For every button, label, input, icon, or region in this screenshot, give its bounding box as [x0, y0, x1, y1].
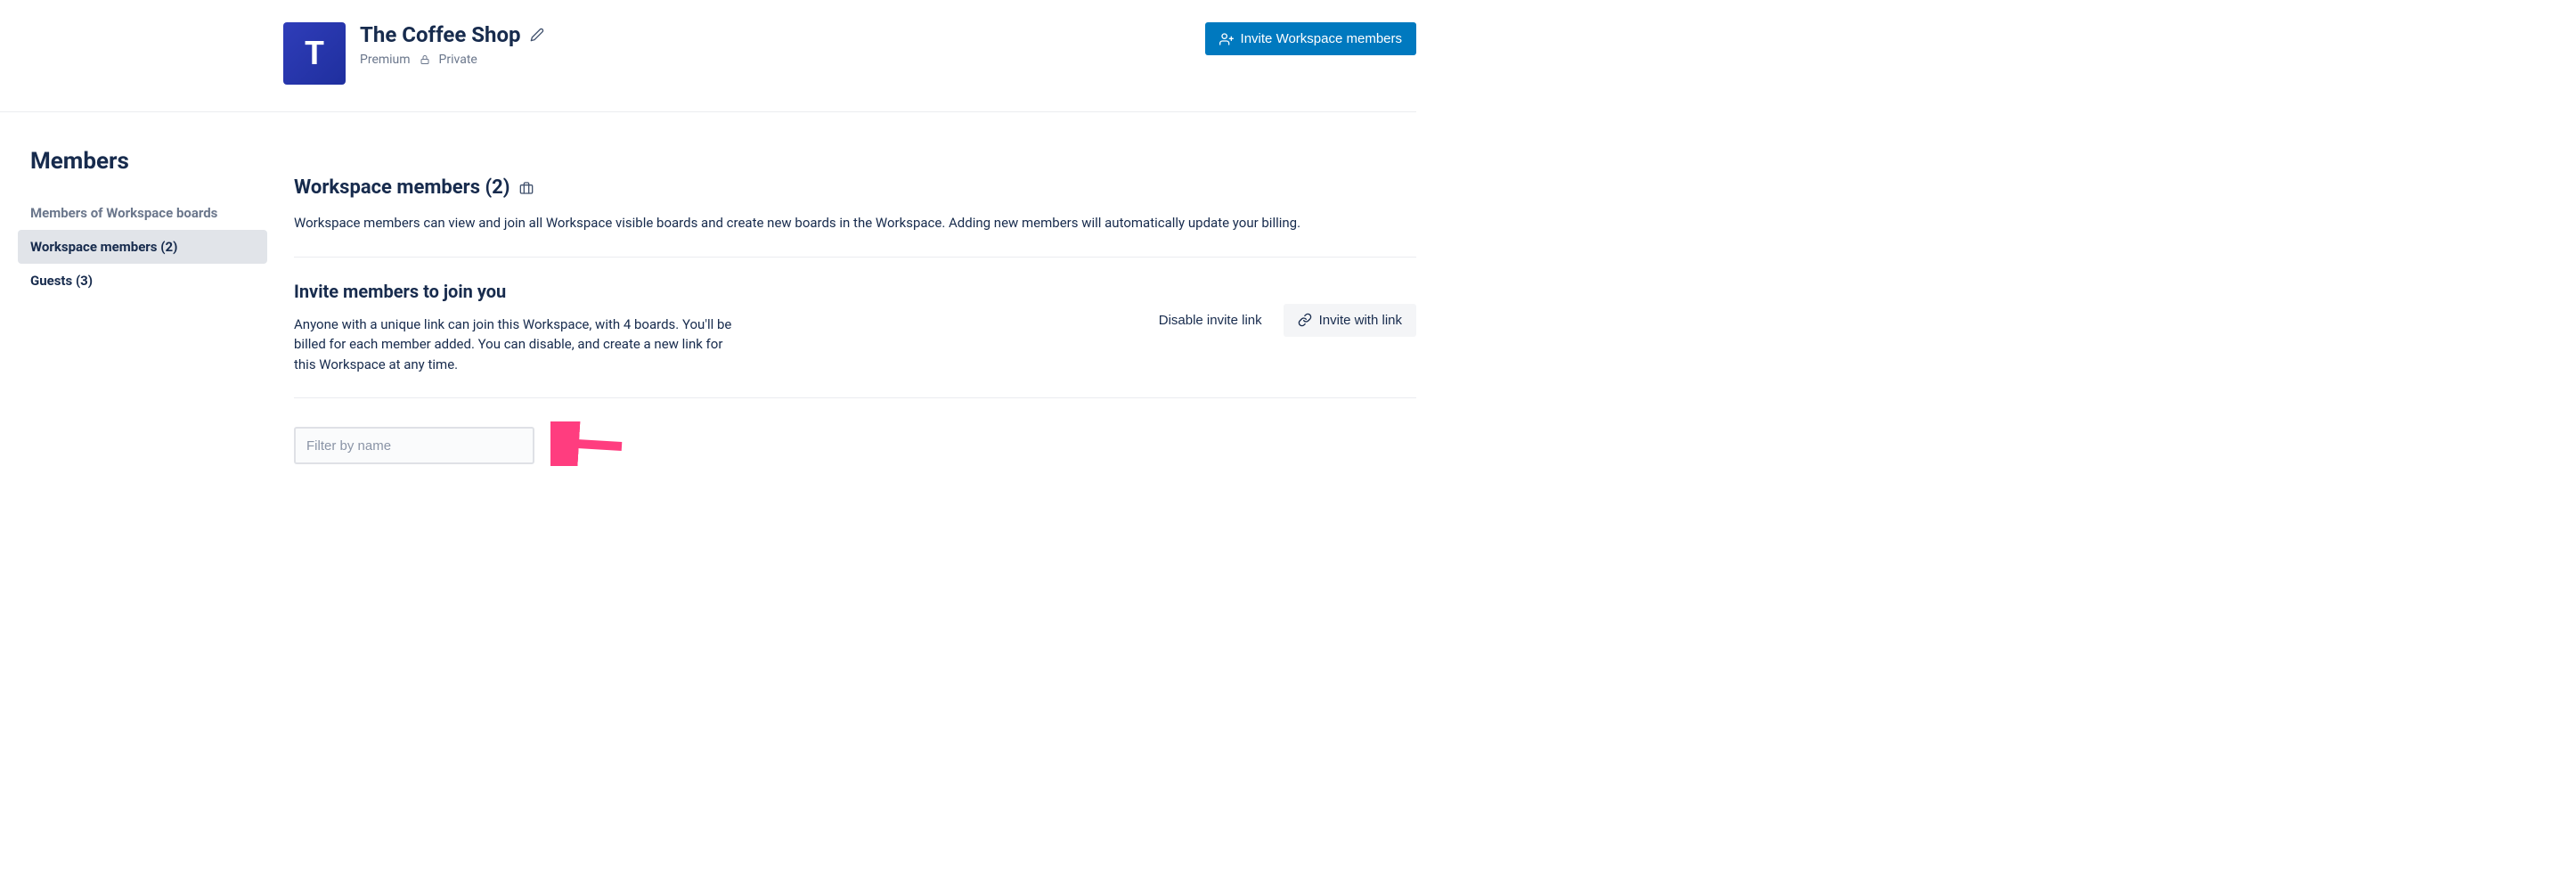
sidebar-item-workspace-members[interactable]: Workspace members (2) — [18, 230, 267, 264]
invite-section-title: Invite members to join you — [294, 281, 739, 302]
invite-with-link-button[interactable]: Invite with link — [1284, 304, 1416, 337]
workspace-title: The Coffee Shop — [360, 22, 521, 47]
members-sidebar: Members Members of Workspace boards Work… — [18, 148, 267, 470]
workspace-header: T The Coffee Shop Premium Private — [283, 22, 1416, 85]
briefcase-icon — [519, 181, 534, 195]
section-divider-1 — [294, 257, 1416, 258]
link-icon — [1298, 313, 1312, 327]
section-description-workspace-members: Workspace members can view and join all … — [294, 213, 1416, 233]
lock-icon — [420, 54, 430, 65]
section-divider-2 — [294, 397, 1416, 398]
invite-section-description: Anyone with a unique link can join this … — [294, 315, 739, 375]
visibility-label: Private — [439, 53, 477, 67]
disable-invite-link-button[interactable]: Disable invite link — [1146, 304, 1275, 337]
sidebar-item-guests[interactable]: Guests (3) — [18, 264, 267, 298]
invite-workspace-members-button[interactable]: Invite Workspace members — [1205, 22, 1416, 55]
sidebar-title: Members — [30, 148, 267, 175]
pointer-arrow-annotation — [550, 421, 631, 470]
invite-button-label: Invite Workspace members — [1241, 31, 1402, 46]
plan-label: Premium — [360, 53, 411, 67]
edit-icon[interactable] — [530, 28, 544, 42]
workspace-logo: T — [283, 22, 346, 85]
add-person-icon — [1219, 32, 1234, 46]
header-divider — [0, 111, 1416, 112]
workspace-header-left: T The Coffee Shop Premium Private — [283, 22, 544, 85]
sidebar-item-boards-members[interactable]: Members of Workspace boards — [18, 196, 267, 230]
main-content: Workspace members (2) Workspace members … — [294, 148, 1416, 470]
section-title-workspace-members: Workspace members (2) — [294, 176, 510, 199]
invite-with-link-label: Invite with link — [1319, 313, 1402, 328]
filter-by-name-input[interactable] — [294, 427, 534, 464]
